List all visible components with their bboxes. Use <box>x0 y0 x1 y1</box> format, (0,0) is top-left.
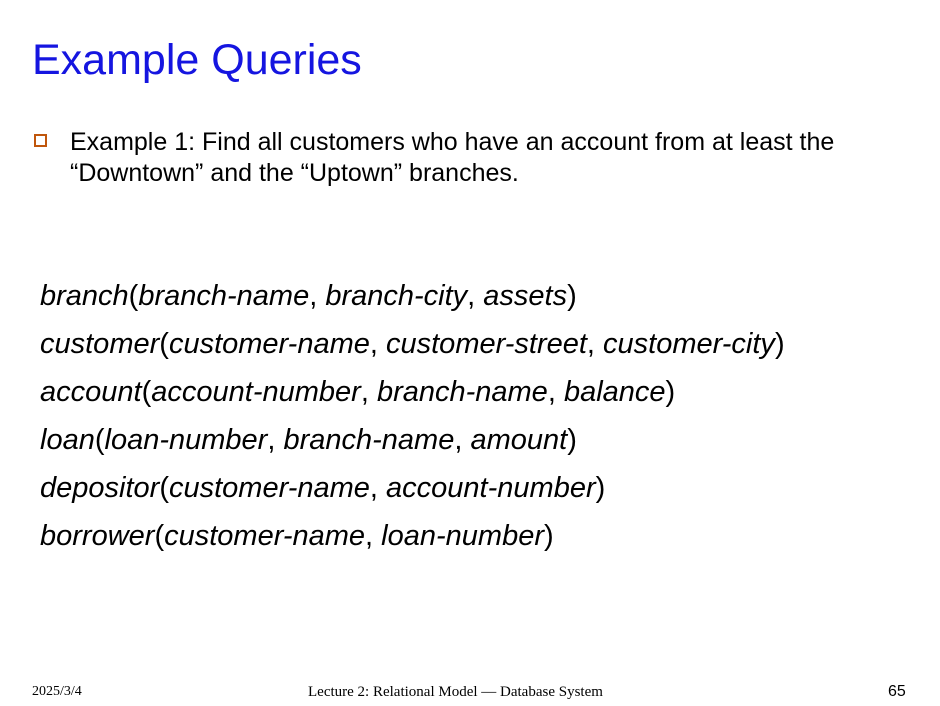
relation-name: account <box>40 376 142 408</box>
relation-name: borrower <box>40 520 155 552</box>
attribute-name: customer-city <box>603 328 775 360</box>
schema-list: branch(branch-name, branch-city, assets)… <box>40 272 785 560</box>
attribute-name: branch-name <box>138 280 310 312</box>
attribute-name: customer-name <box>168 472 370 504</box>
schema-line-customer: customer(customer-name, customer-street,… <box>40 328 785 360</box>
attribute-name: assets <box>483 280 568 312</box>
schema-line-loan: loan(loan-number, branch-name, amount) <box>40 424 577 456</box>
attribute-name: customer-name <box>168 328 370 360</box>
schema-line-branch: branch(branch-name, branch-city, assets) <box>40 280 577 312</box>
schema-line-depositor: depositor(customer-name, account-number) <box>40 472 606 504</box>
schema-line-borrower: borrower(customer-name, loan-number) <box>40 520 554 552</box>
footer-title: Lecture 2: Relational Model — Database S… <box>308 684 603 700</box>
schema-line-account: account(account-number, branch-name, bal… <box>40 376 676 408</box>
attribute-name: amount <box>470 424 568 456</box>
relation-name: branch <box>40 280 129 312</box>
footer-date: 2025/3/4 <box>32 684 82 699</box>
attribute-name: customer-name <box>164 520 366 552</box>
attribute-name: branch-name <box>376 376 548 408</box>
attribute-name: loan-number <box>104 424 268 456</box>
attribute-name: loan-number <box>381 520 544 552</box>
relation-name: loan <box>40 424 95 456</box>
attribute-name: branch-name <box>283 424 455 456</box>
attribute-name: account-number <box>151 376 361 408</box>
attribute-name: account-number <box>386 472 596 504</box>
attribute-name: customer-street <box>386 328 587 360</box>
attribute-name: branch-city <box>325 280 468 312</box>
relation-name: depositor <box>40 472 160 504</box>
slide-title: Example Queries <box>32 36 362 84</box>
square-bullet-icon <box>34 134 47 147</box>
bullet-text: Example 1: Find all customers who have a… <box>70 128 835 187</box>
attribute-name: balance <box>563 376 666 408</box>
page-number: 65 <box>888 683 906 700</box>
relation-name: customer <box>40 328 160 360</box>
bullet-item: Example 1: Find all customers who have a… <box>34 127 914 189</box>
